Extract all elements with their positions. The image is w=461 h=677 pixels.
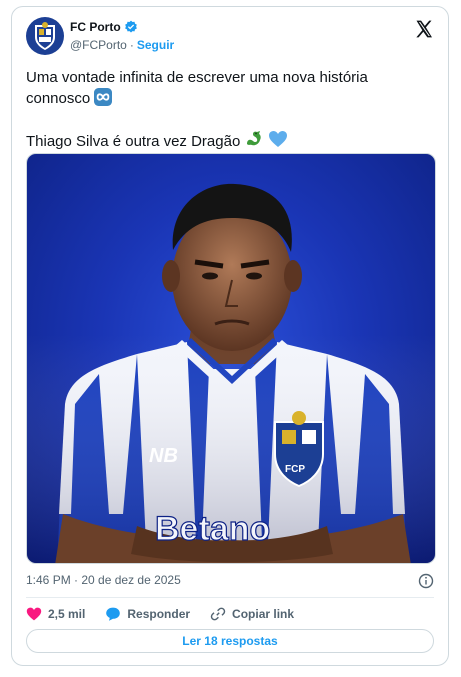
reply-button[interactable]: Responder — [105, 606, 190, 622]
like-count: 2,5 mil — [48, 607, 86, 621]
divider — [26, 597, 434, 598]
tweet-actions: 2,5 mil Responder Copiar link — [26, 604, 434, 624]
tweet-card: FC Porto @FCPorto · Seguir Uma vontade i… — [11, 6, 449, 666]
blue-heart-emoji-icon — [269, 131, 288, 147]
tweet-header: FC Porto @FCPorto · Seguir — [26, 17, 434, 57]
crest-text: FCP — [285, 464, 305, 475]
tweet-text: Uma vontade infinita de escrever uma nov… — [26, 67, 434, 152]
copy-link-label: Copiar link — [232, 607, 295, 621]
reply-label: Responder — [127, 607, 191, 621]
follow-button[interactable]: Seguir — [137, 38, 174, 52]
sponsor-logo: Betano — [155, 510, 270, 548]
heart-icon — [26, 607, 42, 621]
shirt-brand-logo: NB — [149, 445, 178, 467]
copy-link-button[interactable]: Copiar link — [210, 606, 294, 622]
read-replies-button[interactable]: Ler 18 respostas — [26, 629, 434, 653]
tweet-text-line-2: Thiago Silva é outra vez Dragão — [26, 129, 434, 152]
reply-bubble-icon — [106, 607, 121, 621]
avatar[interactable] — [26, 17, 64, 55]
porto-crest-icon — [35, 22, 55, 50]
account-names: FC Porto @FCPorto · Seguir — [70, 20, 174, 52]
tweet-text-line-1: Uma vontade infinita de escrever uma nov… — [26, 69, 368, 107]
info-icon[interactable] — [418, 573, 434, 589]
infinity-emoji-icon — [94, 88, 113, 106]
verified-badge-icon — [124, 20, 137, 33]
read-replies-label: Ler 18 respostas — [182, 634, 278, 648]
account-name[interactable]: FC Porto — [70, 20, 121, 34]
tweet-photo[interactable]: NB FCP Betano — [26, 153, 436, 564]
porto-crest-on-shirt: FCP — [274, 411, 324, 488]
handle-separator: · — [129, 38, 134, 52]
link-icon — [210, 607, 226, 621]
tweet-meta: 1:46 PM · 20 de dez de 2025 — [26, 573, 434, 591]
dragon-emoji-icon — [247, 131, 261, 146]
timestamp[interactable]: 1:46 PM · 20 de dez de 2025 — [26, 573, 181, 587]
account-handle[interactable]: @FCPorto — [70, 38, 127, 52]
like-button[interactable]: 2,5 mil — [26, 606, 85, 622]
x-logo-icon[interactable] — [414, 19, 434, 39]
player-photo-illustration: NB FCP Betano — [27, 183, 435, 563]
